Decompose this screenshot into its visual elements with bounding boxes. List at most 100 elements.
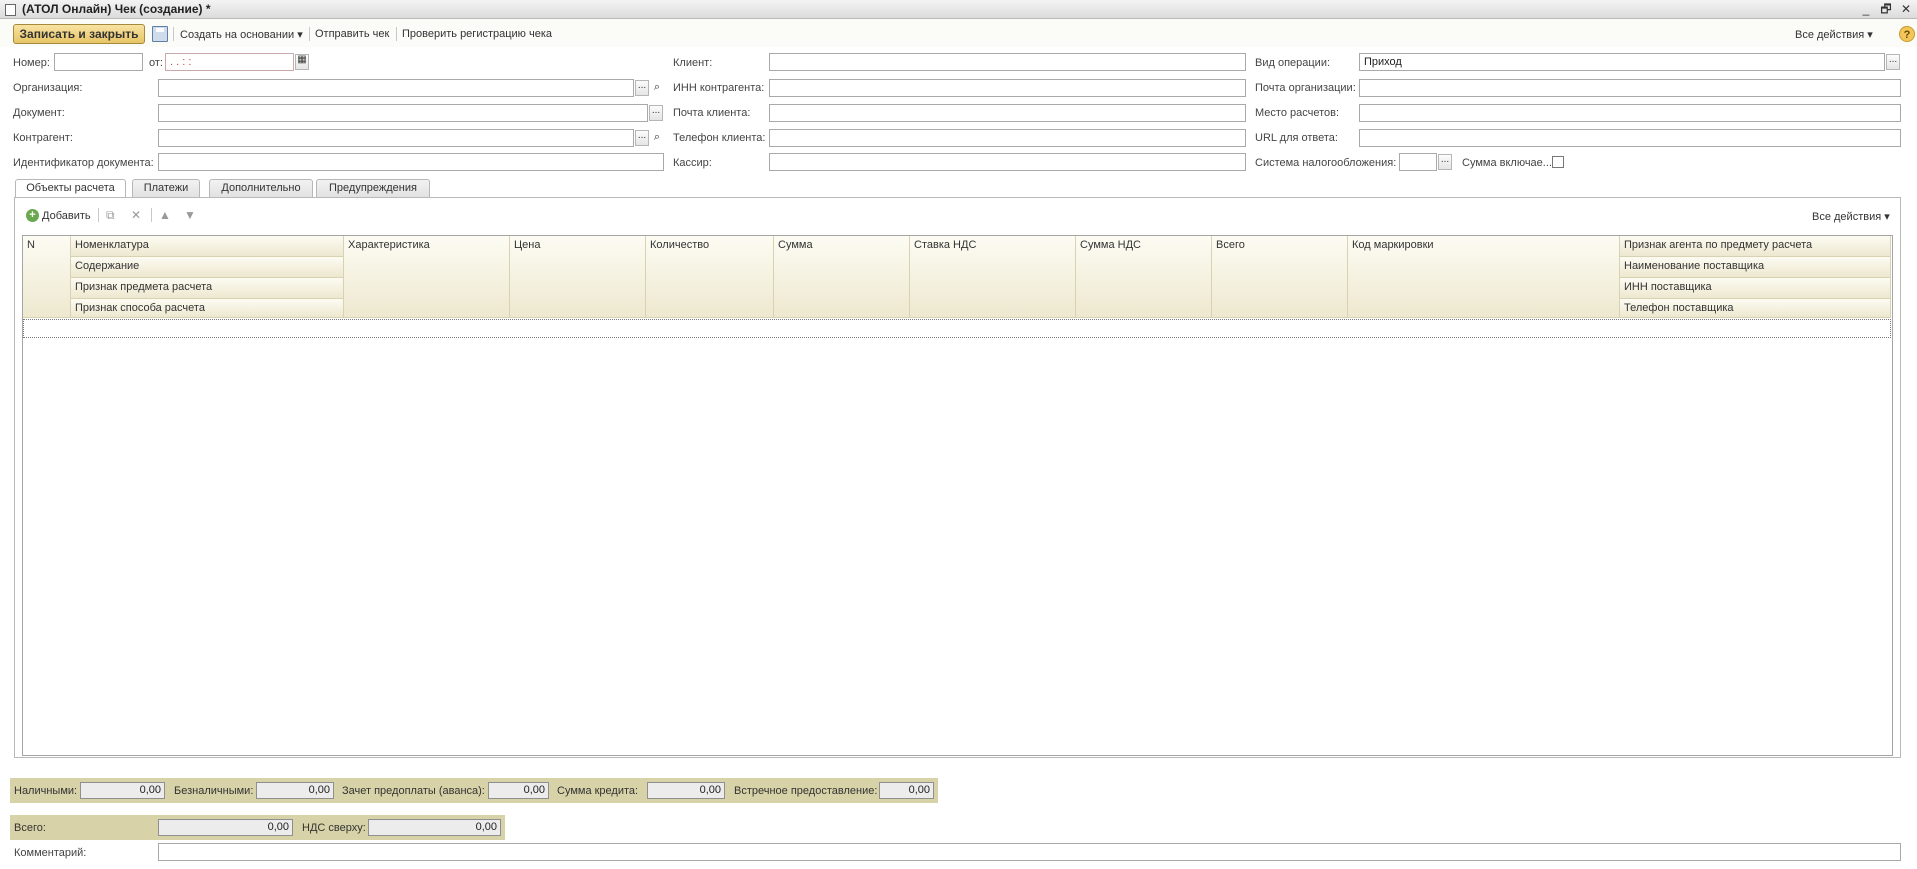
save-icon[interactable] (152, 26, 168, 42)
cashier-field[interactable] (769, 153, 1246, 171)
client-phone-field[interactable] (769, 129, 1246, 147)
column-header-subject-sign[interactable]: Признак предмета расчета (71, 278, 344, 299)
verify-registration-button[interactable]: Проверить регистрацию чека (402, 28, 552, 40)
move-up-icon[interactable]: ▲ (159, 208, 171, 222)
number-field[interactable] (54, 53, 143, 71)
help-icon[interactable]: ? (1899, 26, 1915, 42)
response-url-field[interactable] (1359, 129, 1901, 147)
total-amount: 0,00 (158, 819, 293, 836)
cashier-label: Кассир: (673, 157, 712, 169)
minimize-button[interactable]: _ (1858, 1, 1874, 17)
move-down-icon[interactable]: ▼ (184, 208, 196, 222)
chevron-down-icon: ▾ (1867, 29, 1873, 41)
tab-objects[interactable]: Объекты расчета (15, 179, 126, 198)
column-header-method-sign[interactable]: Признак способа расчета (71, 299, 344, 318)
comment-field[interactable] (158, 843, 1901, 861)
save-and-close-button[interactable]: Записать и закрыть (13, 24, 145, 44)
delete-icon[interactable]: ✕ (131, 208, 141, 222)
inn-label: ИНН контрагента: (673, 82, 765, 94)
column-header-sum[interactable]: Сумма (774, 236, 910, 318)
choose-ellipsis-icon[interactable]: ... (635, 130, 649, 146)
document-field[interactable] (158, 104, 648, 122)
create-based-on-menu[interactable]: Создать на основании ▾ (180, 28, 303, 41)
tax-system-field[interactable] (1399, 153, 1437, 171)
inn-field[interactable] (769, 79, 1246, 97)
calendar-icon[interactable]: ▦ (295, 54, 309, 70)
close-button[interactable]: ✕ (1898, 1, 1914, 17)
send-check-button[interactable]: Отправить чек (315, 28, 389, 40)
column-header-price[interactable]: Цена (510, 236, 646, 318)
column-header-vat-sum[interactable]: Сумма НДС (1076, 236, 1212, 318)
window-title: (АТОЛ Онлайн) Чек (создание) * (22, 2, 211, 16)
tab-additional[interactable]: Дополнительно (209, 179, 313, 197)
column-header-characteristic[interactable]: Характеристика (344, 236, 510, 318)
credit-amount: 0,00 (647, 782, 725, 799)
column-header-content[interactable]: Содержание (71, 257, 344, 278)
chevron-down-icon: ▾ (1884, 211, 1890, 223)
choose-ellipsis-icon[interactable]: ... (635, 80, 649, 96)
document-id-label: Идентификатор документа: (13, 157, 154, 169)
column-header-total[interactable]: Всего (1212, 236, 1348, 318)
toolbar-separator (309, 27, 310, 41)
operation-type-label: Вид операции: (1255, 57, 1331, 69)
copy-icon[interactable]: ⧉ (106, 208, 115, 223)
date-field[interactable]: . . : : (165, 53, 294, 71)
search-icon[interactable]: ⌕ (650, 130, 664, 146)
create-based-on-label: Создать на основании (180, 29, 295, 41)
column-header-supplier-name[interactable]: Наименование поставщика (1620, 257, 1891, 278)
counterparty-field[interactable] (158, 129, 634, 147)
org-email-field[interactable] (1359, 79, 1901, 97)
column-header-quantity[interactable]: Количество (646, 236, 774, 318)
add-button[interactable]: Добавить (42, 210, 91, 222)
tab-payments[interactable]: Платежи (132, 179, 200, 197)
sum-includes-checkbox[interactable] (1552, 156, 1564, 168)
document-id-field[interactable] (158, 153, 664, 171)
client-email-field[interactable] (769, 104, 1246, 122)
total-label: Всего: (14, 822, 46, 834)
choose-ellipsis-icon[interactable]: ... (649, 105, 663, 121)
all-actions-menu[interactable]: Все действия ▾ (1795, 28, 1873, 41)
choose-ellipsis-icon[interactable]: ... (1886, 54, 1900, 70)
column-header-supplier-phone[interactable]: Телефон поставщика (1620, 299, 1891, 318)
prepay-label: Зачет предоплаты (аванса): (342, 785, 485, 797)
sum-includes-label: Сумма включае... (1462, 157, 1552, 169)
vat-on-top-amount: 0,00 (368, 819, 501, 836)
tax-system-label: Система налогообложения: (1255, 157, 1397, 169)
toolbar-separator (396, 27, 397, 41)
restore-button[interactable]: 🗗 (1878, 1, 1894, 17)
vat-on-top-label: НДС сверху: (302, 822, 366, 834)
client-email-label: Почта клиента: (673, 107, 751, 119)
cash-label: Наличными: (14, 785, 78, 797)
column-header-agent-sign[interactable]: Признак агента по предмету расчета (1620, 236, 1891, 257)
toolbar-separator (173, 27, 174, 41)
column-header-nomenclature[interactable]: Номенклатура (71, 236, 344, 257)
counter-provision-amount: 0,00 (879, 782, 934, 799)
column-header-supplier-inn[interactable]: ИНН поставщика (1620, 278, 1891, 299)
prepay-amount: 0,00 (488, 782, 549, 799)
organization-field[interactable] (158, 79, 634, 97)
column-header-n[interactable]: N (23, 236, 71, 318)
client-field[interactable] (769, 53, 1246, 71)
column-header-marking-code[interactable]: Код маркировки (1348, 236, 1620, 318)
table-row[interactable] (23, 319, 1891, 338)
add-icon[interactable]: + (26, 209, 39, 222)
response-url-label: URL для ответа: (1255, 132, 1338, 144)
table-all-actions-label: Все действия (1812, 211, 1882, 223)
table-all-actions-menu[interactable]: Все действия ▾ (1812, 210, 1890, 223)
organization-label: Организация: (13, 82, 83, 94)
operation-type-field[interactable]: Приход (1359, 53, 1885, 71)
credit-label: Сумма кредита: (557, 785, 639, 797)
all-actions-label: Все действия (1795, 29, 1865, 41)
cash-amount: 0,00 (80, 782, 165, 799)
comment-label: Комментарий: (14, 847, 87, 859)
toolbar-separator (151, 208, 152, 222)
column-header-vat-rate[interactable]: Ставка НДС (910, 236, 1076, 318)
document-label: Документ: (13, 107, 65, 119)
window-titlebar: (АТОЛ Онлайн) Чек (создание) * _ 🗗 ✕ (0, 0, 1917, 19)
counter-provision-label: Встречное предоставление: (734, 785, 878, 797)
choose-ellipsis-icon[interactable]: ... (1438, 154, 1452, 170)
search-icon[interactable]: ⌕ (650, 80, 664, 96)
tab-warnings[interactable]: Предупреждения (316, 179, 430, 197)
settlement-place-field[interactable] (1359, 104, 1901, 122)
settlement-place-label: Место расчетов: (1255, 107, 1340, 119)
